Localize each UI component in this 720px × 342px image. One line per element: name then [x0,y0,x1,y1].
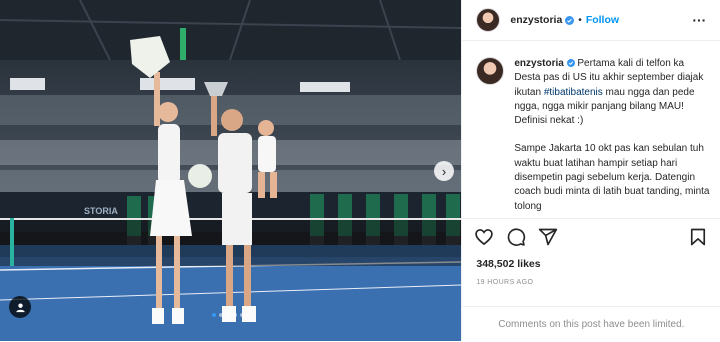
heart-icon[interactable] [474,227,494,247]
comment-icon[interactable] [506,227,526,247]
more-options-icon[interactable]: ··· [692,12,706,28]
carousel-dot [232,313,237,317]
hashtag-link[interactable]: #tibatibatenis [544,87,603,98]
post-photo: STORIA [0,0,462,341]
post-modal: STORIA › enzystoria • Follow ··· enzysto… [0,0,720,341]
header-separator: • [578,14,582,26]
verified-badge-icon [565,15,575,25]
follow-button[interactable]: Follow [586,14,619,26]
chevron-right-icon: › [441,163,447,179]
avatar[interactable] [476,8,501,32]
action-bar [462,218,720,253]
carousel-indicator [0,313,461,317]
carousel-dot [218,313,223,317]
carousel-next-button[interactable]: › [434,161,454,181]
likes-count[interactable]: 348,502 likes [476,258,540,270]
caption-username[interactable]: enzystoria [514,58,563,69]
carousel-dot [211,313,216,317]
carousel-dot [239,313,244,317]
comments-limited-notice: Comments on this post have been limited. [462,306,720,342]
user-tag-icon [15,302,25,312]
svg-text:STORIA: STORIA [84,206,118,216]
post-timestamp[interactable]: 19 HOURS AGO [476,279,533,286]
caption: enzystoria Pertama kali di telfon ka Des… [476,57,710,217]
carousel-dot [246,313,251,317]
caption-avatar[interactable] [476,57,505,85]
username-link[interactable]: enzystoria [510,14,562,26]
verified-badge-icon [566,59,575,67]
carousel-dot [225,313,230,317]
post-media[interactable]: STORIA › [0,0,462,341]
share-icon[interactable] [538,227,558,247]
caption-text: enzystoria Pertama kali di telfon ka Des… [514,57,710,217]
caption-scroll-area[interactable]: enzystoria Pertama kali di telfon ka Des… [462,41,720,217]
caption-paragraph-2: Sampe Jakarta 10 okt pas kan sebulan tuh… [514,143,710,212]
post-sidebar: enzystoria • Follow ··· enzystoria Perta… [461,0,720,341]
bookmark-icon[interactable] [688,227,708,247]
post-header: enzystoria • Follow ··· [462,0,720,41]
caption-paragraph-1: enzystoria Pertama kali di telfon ka Des… [514,57,710,128]
